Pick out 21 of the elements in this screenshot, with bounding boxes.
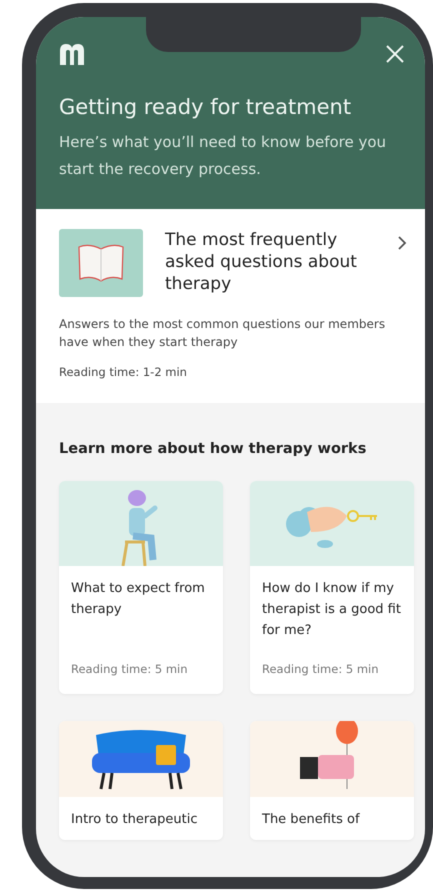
article-card[interactable]: Intro to therapeutic — [59, 721, 223, 840]
featured-article-description: Answers to the most common questions our members have when they start therapy — [59, 316, 386, 351]
close-icon — [385, 44, 405, 64]
article-title: What to expect from therapy — [71, 580, 206, 619]
article-title: How do I know if my therapist is a good fit for me? — [262, 580, 402, 640]
chevron-right-icon — [397, 235, 407, 251]
article-card[interactable]: How do I know if my therapist is a good fit for me? Reading time: 5 min — [250, 481, 414, 694]
reading-time: Reading time: 1-2 min — [59, 365, 188, 379]
featured-article-card[interactable]: The most frequently asked questions about therapy Answers to the most common questions our members have when they start therapy Reading time: 1-2 min — [36, 209, 425, 403]
logo-icon — [59, 43, 85, 65]
reading-time: Reading time: 5 min — [71, 662, 189, 676]
featured-article-title: The most frequently asked questions about therapy — [165, 229, 358, 295]
article-card[interactable]: What to expect from therapy Reading time: 5 min — [59, 481, 223, 694]
reading-time: Reading time: 5 min — [262, 662, 380, 676]
article-title: Intro to therapeutic — [71, 811, 198, 829]
page-title: Getting ready for treatment — [59, 95, 352, 119]
article-title: The benefits of — [262, 811, 361, 829]
close-button[interactable] — [385, 44, 405, 64]
article-card[interactable]: The benefits of — [250, 721, 414, 840]
page-subtitle: Here’s what you’ll need to know before you start the recovery process. — [59, 132, 388, 180]
section-heading: Learn more about how therapy works — [59, 441, 368, 457]
